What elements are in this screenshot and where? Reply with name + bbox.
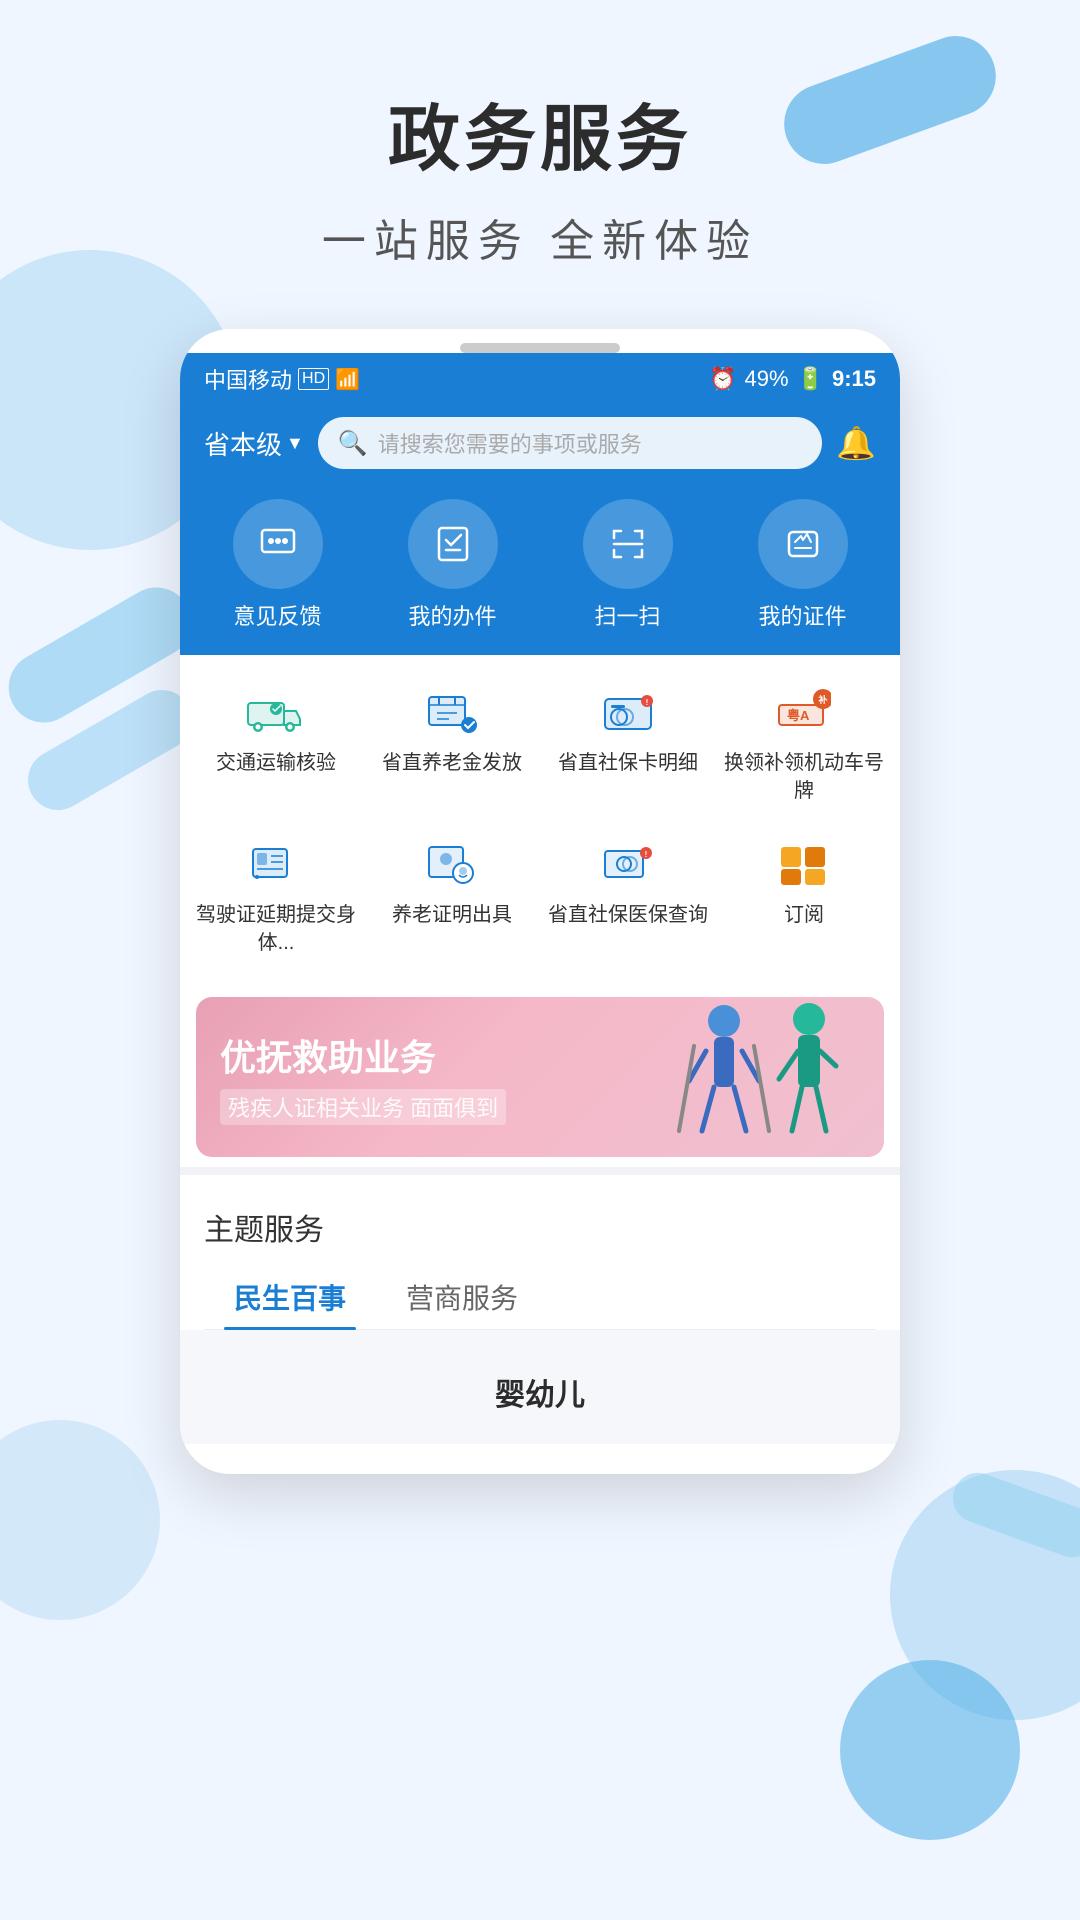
- transport-label: 交通运输核验: [216, 749, 336, 777]
- subscribe-label: 订阅: [784, 901, 824, 929]
- phone-frame: 中国移动 HD 📶 ⏰ 49% 🔋 9:15 省本级 ▼ 🔍 请搜索您需要的事项…: [180, 329, 900, 1474]
- banner-title: 优抚救助业务: [220, 1029, 506, 1081]
- theme-section-title: 主题服务: [204, 1205, 876, 1249]
- signal-bars: 📶: [335, 367, 360, 392]
- svg-text:粤A: 粤A: [787, 708, 810, 723]
- svg-text:!: !: [645, 850, 648, 859]
- feedback-icon-circle: [233, 499, 323, 589]
- bell-button[interactable]: 🔔: [836, 424, 876, 462]
- todo-label: 我的办件: [408, 599, 496, 631]
- service-medical-query[interactable]: ! 省直社保医保查询: [542, 823, 714, 971]
- bottom-section: 婴幼儿: [180, 1330, 900, 1444]
- header-section: 政务服务 一站服务 全新体验: [0, 0, 1080, 269]
- medical-query-label: 省直社保医保查询: [548, 901, 708, 929]
- pension-release-label: 省直养老金发放: [382, 749, 522, 777]
- banner-text: 优抚救助业务 残疾人证相关业务 面面俱到: [196, 1009, 530, 1145]
- social-card-icon: !: [592, 685, 664, 741]
- category-title: 婴幼儿: [204, 1350, 876, 1424]
- promotion-banner[interactable]: 优抚救助业务 残疾人证相关业务 面面俱到: [196, 997, 884, 1157]
- sub-title: 一站服务 全新体验: [0, 205, 1080, 269]
- status-left: 中国移动 HD 📶: [204, 363, 360, 395]
- service-plate[interactable]: 粤A 补 换领补领机动车号牌: [718, 671, 890, 819]
- cert-icon-circle: [758, 499, 848, 589]
- tab-livelihood[interactable]: 民生百事: [204, 1265, 376, 1329]
- dropdown-icon: ▼: [286, 433, 304, 454]
- pension-cert-label: 养老证明出具: [392, 901, 512, 929]
- cert-label: 我的证件: [758, 599, 846, 631]
- tab-business[interactable]: 营商服务: [376, 1265, 548, 1329]
- transport-icon: [240, 685, 312, 741]
- service-license-delay[interactable]: 驾驶证延期提交身体...: [190, 823, 362, 971]
- business-tab-label: 营商服务: [406, 1283, 518, 1314]
- service-social-card[interactable]: ! 省直社保卡明细: [542, 671, 714, 819]
- quick-action-todo[interactable]: 我的办件: [408, 499, 498, 631]
- time-label: 9:15: [832, 366, 876, 392]
- status-right: ⏰ 49% 🔋 9:15: [709, 366, 876, 392]
- svg-text:补: 补: [817, 694, 827, 705]
- phone-notch: [460, 343, 620, 353]
- bell-icon: 🔔: [836, 425, 876, 461]
- search-placeholder: 请搜索您需要的事项或服务: [378, 427, 642, 459]
- carrier-label: 中国移动: [204, 363, 292, 395]
- battery-label: 49%: [745, 366, 789, 392]
- service-transport[interactable]: 交通运输核验: [190, 671, 362, 819]
- scan-label: 扫一扫: [594, 599, 660, 631]
- quick-action-cert[interactable]: 我的证件: [758, 499, 848, 631]
- medical-query-icon: !: [592, 837, 664, 893]
- search-bar[interactable]: 🔍 请搜索您需要的事项或服务: [318, 417, 822, 469]
- subscribe-icon: [768, 837, 840, 893]
- service-pension-release[interactable]: 省直养老金发放: [366, 671, 538, 819]
- plate-label: 换领补领机动车号牌: [724, 749, 884, 805]
- quick-action-feedback[interactable]: 意见反馈: [233, 499, 323, 631]
- bg-decoration-6: [840, 1660, 1020, 1840]
- scan-icon-circle: [583, 499, 673, 589]
- livelihood-tab-label: 民生百事: [234, 1283, 346, 1314]
- province-selector[interactable]: 省本级 ▼: [204, 425, 304, 462]
- license-delay-label: 驾驶证延期提交身体...: [196, 901, 356, 957]
- battery-icon: 🔋: [797, 366, 824, 392]
- theme-section: 主题服务 民生百事 营商服务: [180, 1185, 900, 1330]
- service-subscribe[interactable]: 订阅: [718, 823, 890, 971]
- bg-decoration-light: [0, 1420, 160, 1620]
- theme-tabs: 民生百事 营商服务: [204, 1265, 876, 1330]
- banner-illustration: [654, 997, 874, 1157]
- pension-cert-icon: [416, 837, 488, 893]
- quick-actions: 意见反馈 我的办件: [180, 489, 900, 655]
- feedback-label: 意见反馈: [233, 599, 321, 631]
- service-pension-cert[interactable]: 养老证明出具: [366, 823, 538, 971]
- pension-release-icon: [416, 685, 488, 741]
- alarm-icon: ⏰: [709, 366, 736, 392]
- banner-subtitle: 残疾人证相关业务 面面俱到: [220, 1089, 506, 1125]
- hd-label: HD: [298, 368, 329, 390]
- quick-action-scan[interactable]: 扫一扫: [583, 499, 673, 631]
- todo-icon-circle: [408, 499, 498, 589]
- status-bar: 中国移动 HD 📶 ⏰ 49% 🔋 9:15: [180, 353, 900, 405]
- plate-icon: 粤A 补: [768, 685, 840, 741]
- province-label: 省本级: [204, 425, 282, 462]
- svg-text:!: !: [646, 698, 649, 707]
- top-nav: 省本级 ▼ 🔍 请搜索您需要的事项或服务 🔔: [180, 405, 900, 489]
- service-grid: 交通运输核验 省直养老金发放: [180, 655, 900, 987]
- section-divider: [180, 1167, 900, 1175]
- main-title: 政务服务: [0, 80, 1080, 185]
- social-card-label: 省直社保卡明细: [558, 749, 698, 777]
- search-icon: 🔍: [338, 429, 368, 458]
- license-delay-icon: [240, 837, 312, 893]
